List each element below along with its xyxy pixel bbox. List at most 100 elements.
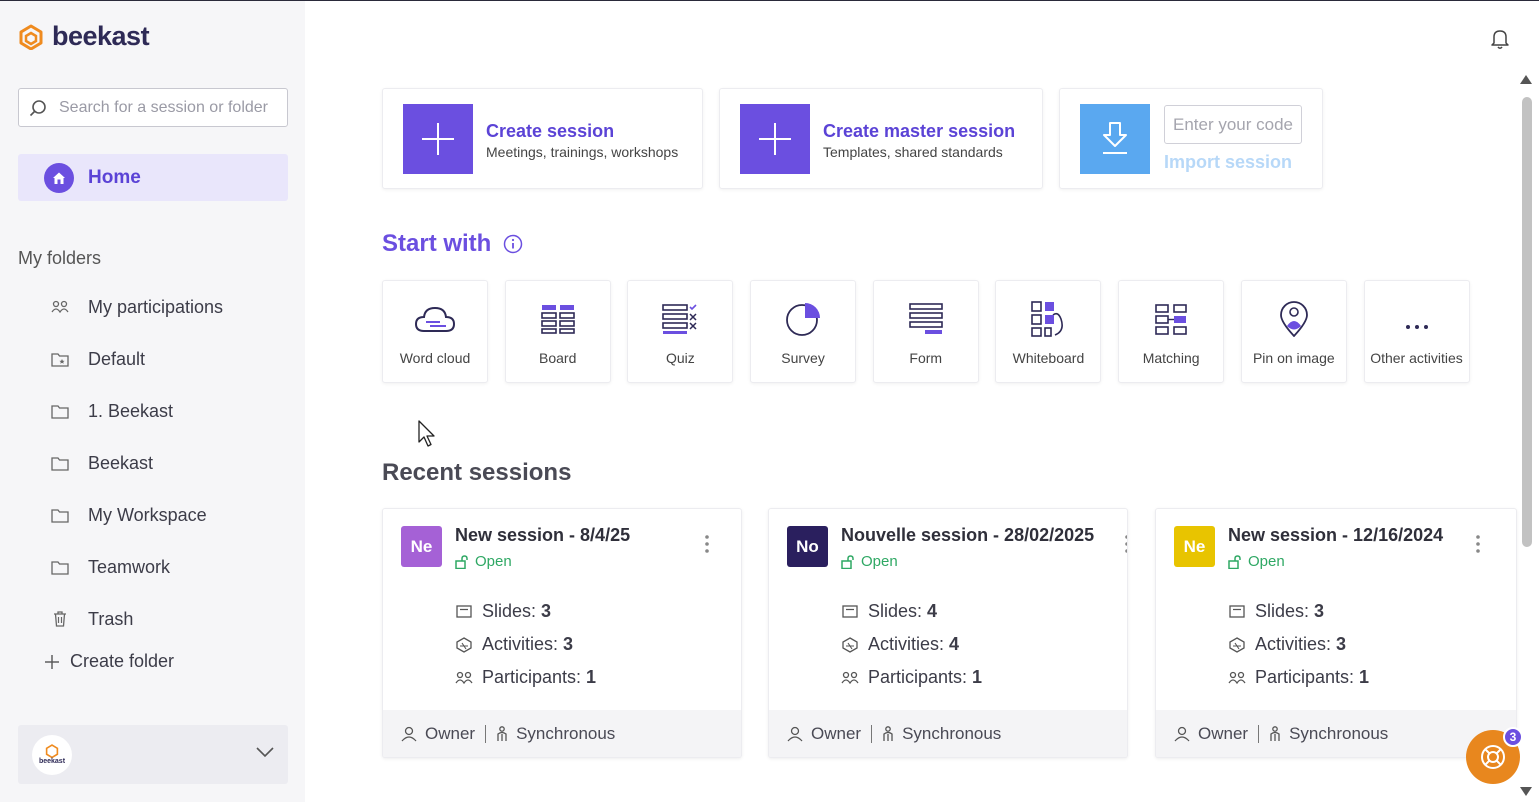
session-activities: Activities: 4 <box>841 628 982 661</box>
activity-word-cloud[interactable]: Word cloud <box>382 280 488 383</box>
activity-form[interactable]: Form <box>872 280 979 383</box>
folder-item-my-workspace[interactable]: My Workspace <box>50 489 223 541</box>
session-slides: Slides: 3 <box>1228 595 1369 628</box>
folder-icon <box>50 560 70 575</box>
search-box[interactable] <box>18 88 288 127</box>
start-with-heading: Start with <box>382 230 523 258</box>
activity-board[interactable]: Board <box>504 280 611 383</box>
session-stats: Slides: 3 Activities: 3 Participants: 1 <box>1228 595 1369 694</box>
slides-label: Slides: <box>868 601 923 621</box>
session-status: Open <box>841 553 898 570</box>
create-session-subtitle: Meetings, trainings, workshops <box>486 144 679 160</box>
slides-icon <box>841 605 859 618</box>
user-icon <box>401 726 417 741</box>
scroll-up-arrow-icon[interactable] <box>1520 75 1532 84</box>
folder-list: My participations Default 1. Beekast Bee… <box>50 281 223 645</box>
session-status-label: Open <box>1248 553 1285 570</box>
unlock-icon <box>1228 554 1241 569</box>
activities-count: 4 <box>949 634 960 654</box>
more-vertical-icon[interactable] <box>1125 535 1128 553</box>
participants-count: 1 <box>972 667 983 687</box>
folder-item-teamwork[interactable]: Teamwork <box>50 541 223 593</box>
activity-label: Board <box>539 350 577 366</box>
folder-item-1-beekast[interactable]: 1. Beekast <box>50 385 223 437</box>
folder-label: My Workspace <box>88 504 207 525</box>
create-folder-button[interactable]: Create folder <box>44 651 174 672</box>
activity-label: Form <box>909 350 943 366</box>
activities-count: 3 <box>563 634 574 654</box>
create-master-session-card[interactable]: Create master session Templates, shared … <box>719 88 1043 189</box>
session-stats: Slides: 3 Activities: 3 Participants: 1 <box>455 595 596 694</box>
session-title[interactable]: Nouvelle session - 28/02/2025 <box>841 525 1094 546</box>
import-session-button[interactable]: Import session <box>1164 152 1292 173</box>
create-session-plus-button[interactable] <box>403 104 473 174</box>
session-footer: Owner Synchronous <box>769 710 1127 757</box>
help-notification-badge: 3 <box>1503 727 1523 747</box>
form-icon <box>908 300 943 338</box>
folder-item-default[interactable]: Default <box>50 333 223 385</box>
scroll-down-arrow-icon[interactable] <box>1520 787 1532 796</box>
trash-icon <box>50 611 70 627</box>
folder-label: My participations <box>88 296 224 317</box>
activity-matching[interactable]: Matching <box>1118 280 1225 383</box>
participants-icon <box>1228 671 1246 685</box>
activity-label: Survey <box>781 350 825 366</box>
organization-switcher[interactable]: beekast <box>18 725 288 784</box>
folder-star-icon <box>50 352 70 367</box>
more-vertical-icon[interactable] <box>705 535 709 553</box>
slides-label: Slides: <box>1255 601 1310 621</box>
more-vertical-icon[interactable] <box>1476 535 1480 553</box>
chevron-down-icon <box>256 747 274 758</box>
search-input[interactable] <box>59 98 279 117</box>
activity-other[interactable]: Other activities <box>1363 280 1470 383</box>
import-session-card: Import session <box>1059 88 1323 189</box>
quiz-icon <box>662 300 698 338</box>
create-master-title: Create master session <box>823 121 1016 141</box>
session-role: Owner <box>1198 723 1249 743</box>
folder-item-beekast[interactable]: Beekast <box>50 437 223 489</box>
import-code-input[interactable] <box>1164 105 1302 144</box>
plus-icon <box>45 654 59 669</box>
session-slides: Slides: 4 <box>841 595 982 628</box>
session-card[interactable]: No Nouvelle session - 28/02/2025 Open Sl… <box>768 508 1128 758</box>
info-icon[interactable] <box>503 234 523 254</box>
person-icon <box>1270 725 1280 741</box>
notifications-bell-icon[interactable] <box>1490 28 1510 50</box>
activity-quiz[interactable]: Quiz <box>627 280 734 383</box>
start-with-title: Start with <box>382 230 492 257</box>
session-mode: Synchronous <box>516 723 616 743</box>
footer-divider <box>485 724 487 743</box>
unlock-icon <box>455 554 468 569</box>
session-card[interactable]: Ne New session - 8/4/25 Open Slides: 3 Ac… <box>382 508 742 758</box>
folder-item-my-participations[interactable]: My participations <box>50 281 223 333</box>
activity-whiteboard[interactable]: Whiteboard <box>995 280 1102 383</box>
app-logo[interactable]: beekast <box>18 21 150 52</box>
nav-home[interactable]: Home <box>18 154 288 201</box>
activities-icon <box>841 636 859 653</box>
create-master-plus-button[interactable] <box>740 104 810 174</box>
create-session-card[interactable]: Create session Meetings, trainings, work… <box>382 88 703 189</box>
activity-survey[interactable]: Survey <box>750 280 857 383</box>
folders-heading: My folders <box>18 248 102 268</box>
session-participants: Participants: 1 <box>455 661 596 694</box>
download-icon <box>1103 122 1127 154</box>
session-mode: Synchronous <box>1289 723 1389 743</box>
session-footer: Owner Synchronous <box>1156 710 1516 757</box>
activities-icon <box>1228 636 1246 653</box>
import-download-button[interactable] <box>1080 104 1150 174</box>
activities-label: Activities: <box>868 634 945 654</box>
session-card[interactable]: Ne New session - 12/16/2024 Open Slides:… <box>1155 508 1517 758</box>
footer-divider <box>871 724 873 743</box>
scrollbar-thumb[interactable] <box>1522 97 1532 547</box>
session-title[interactable]: New session - 12/16/2024 <box>1228 525 1443 546</box>
folder-label: 1. Beekast <box>88 400 174 421</box>
folder-item-trash[interactable]: Trash <box>50 593 223 645</box>
plus-icon <box>759 123 791 155</box>
session-title[interactable]: New session - 8/4/25 <box>455 525 630 546</box>
activity-pin-on-image[interactable]: Pin on image <box>1240 280 1347 383</box>
session-activities: Activities: 3 <box>455 628 596 661</box>
participants-icon <box>50 300 70 314</box>
search-icon <box>29 99 46 116</box>
slides-icon <box>1228 605 1246 618</box>
folder-icon <box>50 404 70 419</box>
